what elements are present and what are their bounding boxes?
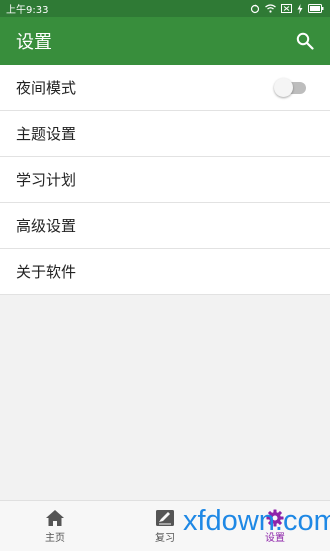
setting-label: 主题设置 [16,125,77,143]
no-signal-icon [281,4,292,13]
setting-label: 夜间模式 [16,79,77,97]
sync-icon [250,4,260,13]
app-bar: 设置 [0,17,330,65]
tab-home[interactable]: 主页 [0,501,110,551]
setting-theme[interactable]: 主题设置 [0,111,330,157]
status-icons [250,3,324,14]
night-mode-toggle[interactable] [274,77,306,97]
setting-label: 高级设置 [16,217,77,235]
setting-label: 关于软件 [16,263,77,281]
status-bar: 上午9:33 [0,0,330,17]
home-icon [46,509,64,526]
edit-icon [156,509,174,526]
search-button[interactable] [294,30,316,52]
battery-icon [308,4,324,13]
setting-advanced[interactable]: 高级设置 [0,203,330,249]
tab-label: 复习 [155,532,175,544]
wifi-icon [265,4,276,13]
toggle-thumb [274,77,293,97]
status-time: 上午9:33 [6,5,49,16]
setting-about[interactable]: 关于软件 [0,249,330,295]
page-title: 设置 [16,32,52,53]
charging-icon [297,3,303,14]
setting-study-plan[interactable]: 学习计划 [0,157,330,203]
settings-list: 夜间模式 主题设置 学习计划 高级设置 关于软件 [0,65,330,295]
search-icon [296,32,314,50]
setting-label: 学习计划 [16,171,77,189]
tab-label: 主页 [45,532,65,544]
watermark: xfdown.com [183,505,330,537]
setting-night-mode[interactable]: 夜间模式 [0,65,330,111]
